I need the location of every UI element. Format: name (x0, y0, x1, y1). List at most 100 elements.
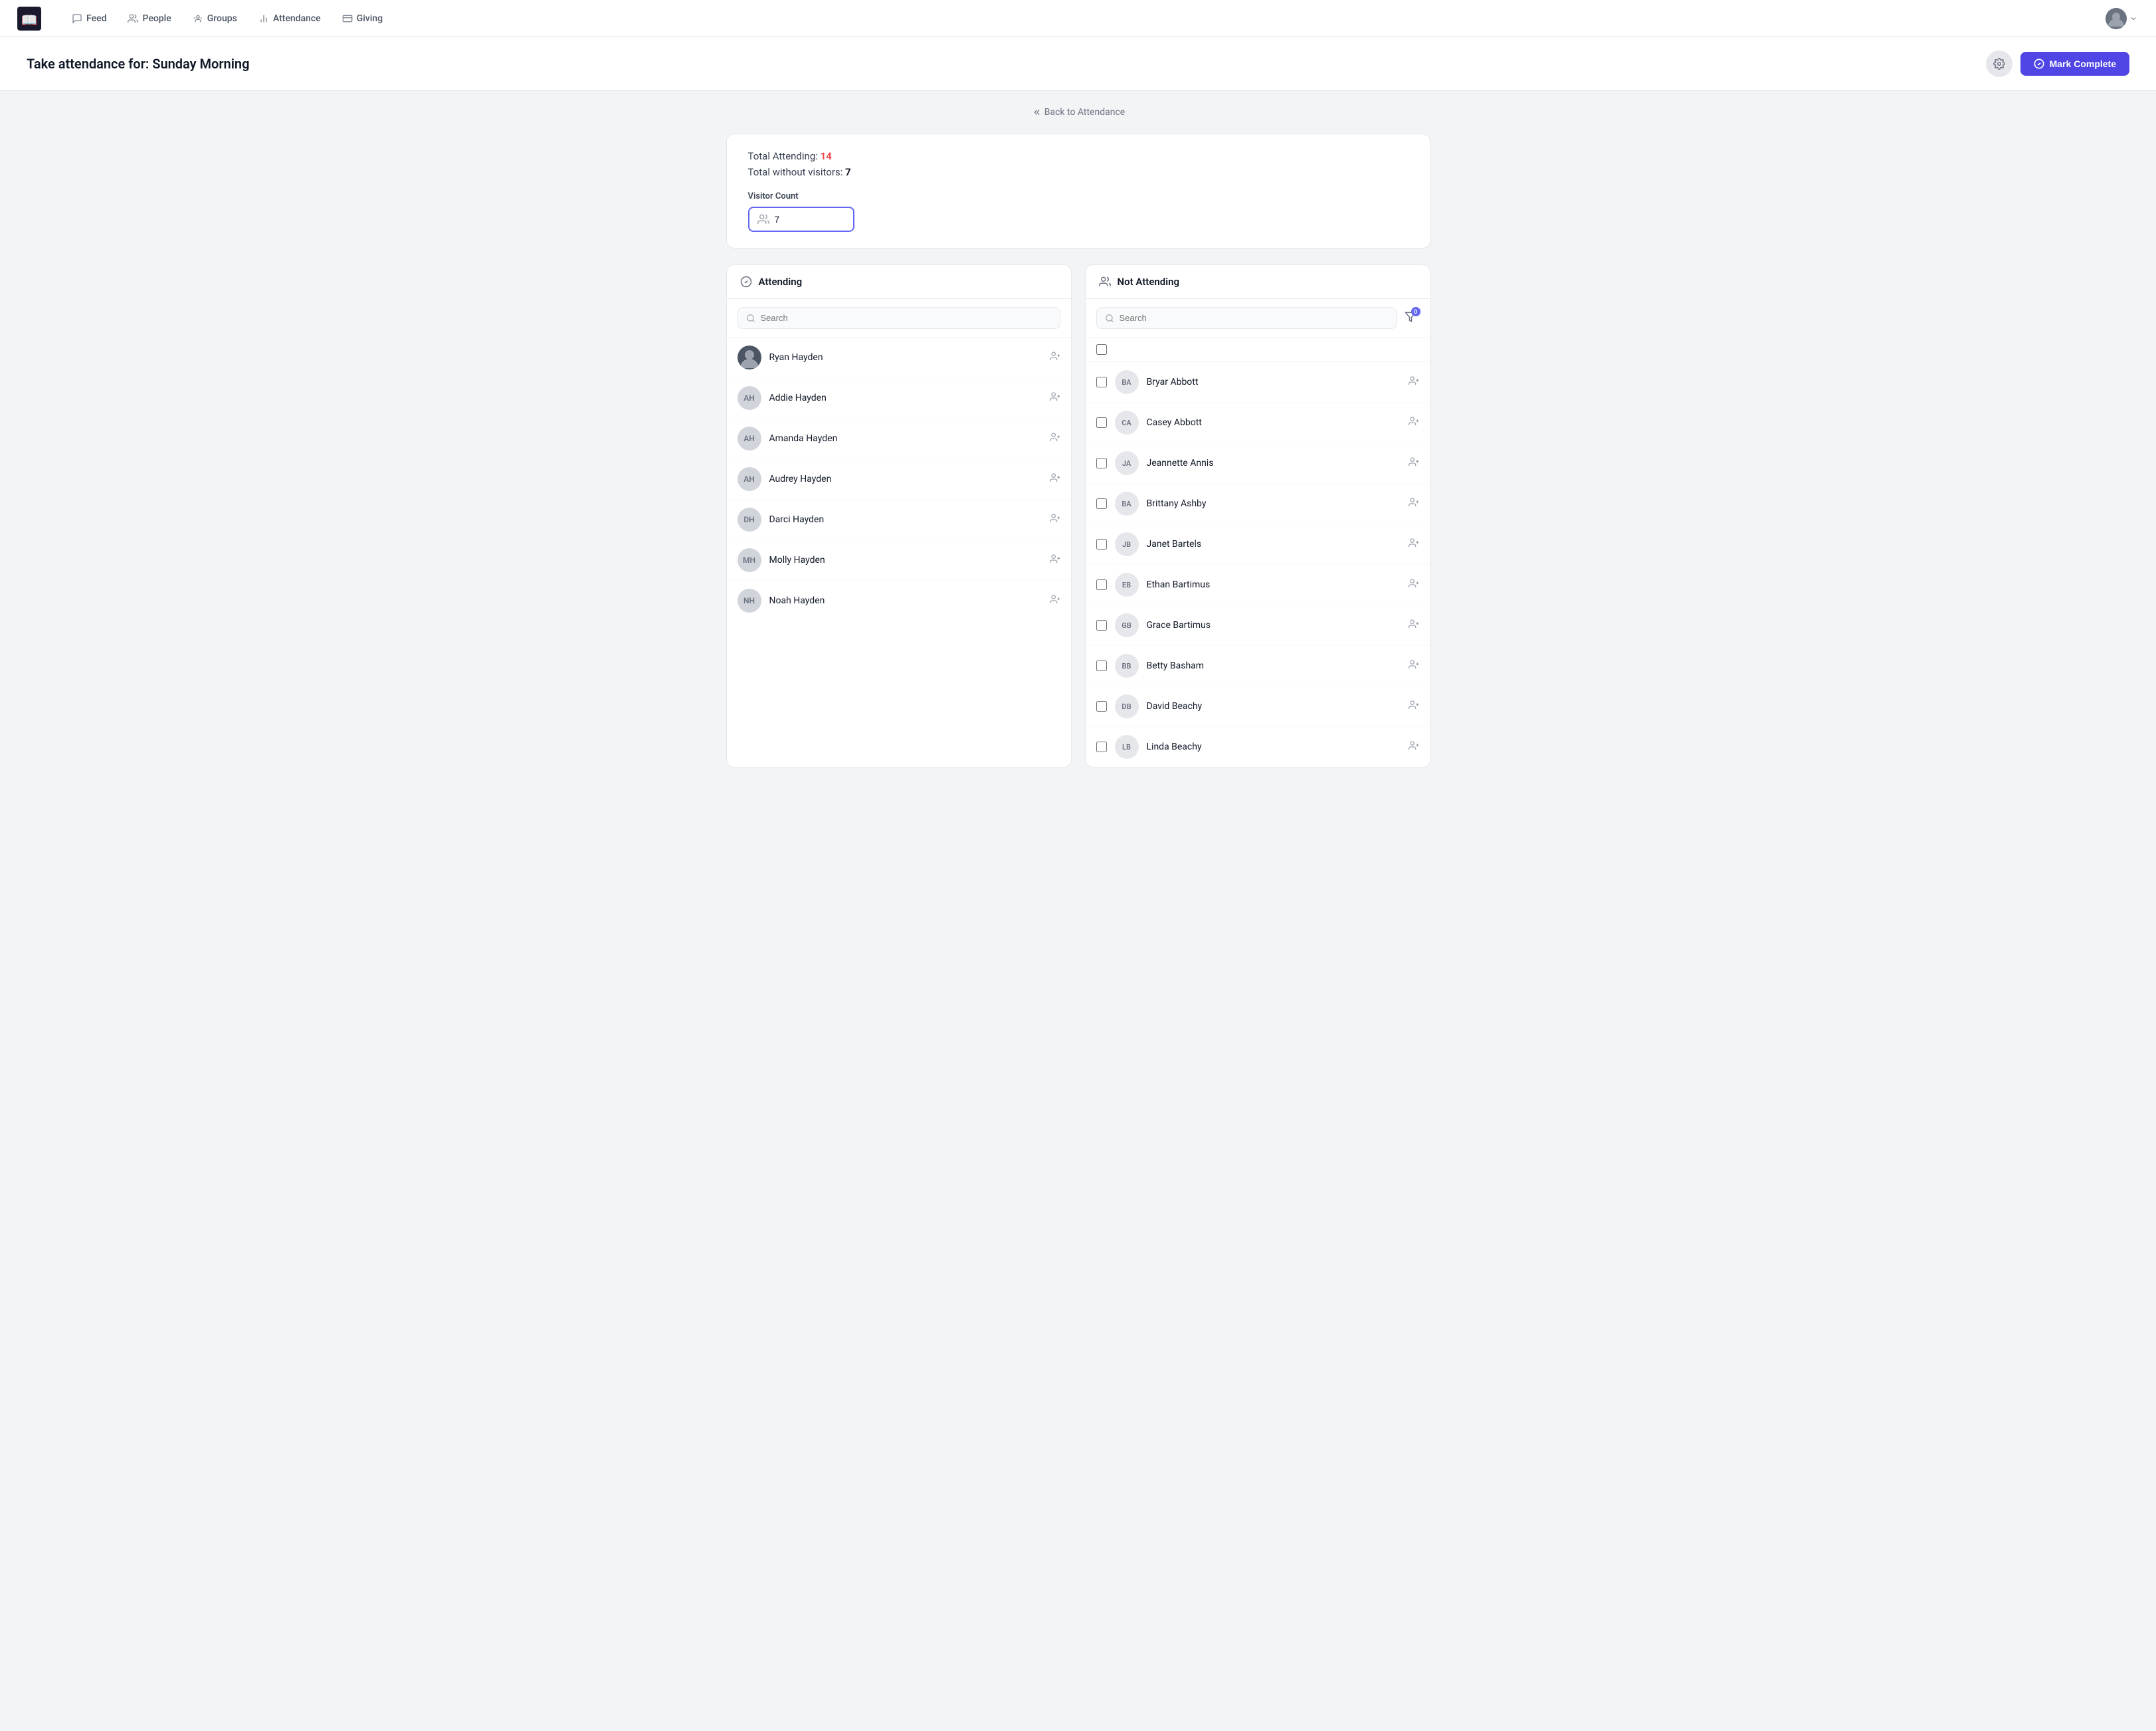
person-checkbox[interactable] (1096, 539, 1107, 550)
person-checkbox[interactable] (1096, 377, 1107, 387)
page-title: Take attendance for: Sunday Morning (27, 56, 249, 72)
attending-list: Ryan Hayden AH Addie Hayden AH Amanda Ha… (727, 338, 1071, 621)
not-attending-search-input[interactable] (1120, 313, 1388, 323)
check-circle-icon (2034, 58, 2044, 69)
add-person-button[interactable] (1050, 472, 1060, 486)
not-attending-search-bar: 0 (1086, 299, 1430, 338)
person-name: David Beachy (1147, 701, 1401, 712)
person-name: Jeannette Annis (1147, 458, 1401, 468)
person-avatar: BA (1115, 492, 1139, 516)
add-person-button[interactable] (1409, 497, 1419, 510)
back-to-attendance-link[interactable]: Back to Attendance (726, 107, 1430, 118)
add-person-button[interactable] (1050, 554, 1060, 567)
visitor-count-input[interactable] (775, 214, 828, 225)
nav-right (2103, 7, 2140, 31)
user-plus-icon (1409, 416, 1419, 427)
nav-attendance[interactable]: Attendance (250, 8, 329, 29)
attending-list-item: NH Noah Hayden (727, 581, 1071, 621)
person-avatar: GB (1115, 613, 1139, 637)
add-person-button[interactable] (1050, 513, 1060, 526)
chart-icon (258, 13, 269, 24)
attending-list-item: AH Audrey Hayden (727, 459, 1071, 500)
user-menu-button[interactable] (2103, 7, 2140, 31)
visitor-count-label: Visitor Count (748, 191, 1409, 201)
add-person-button[interactable] (1409, 538, 1419, 551)
attending-search-input[interactable] (761, 313, 1052, 323)
attendance-columns: Attending Ryan Hayden AH Addie Hayden (726, 264, 1430, 767)
chat-icon (72, 13, 82, 24)
person-checkbox[interactable] (1096, 742, 1107, 752)
nav-feed[interactable]: Feed (64, 8, 114, 29)
person-name: Grace Bartimus (1147, 620, 1401, 631)
nav-groups[interactable]: Groups (185, 8, 245, 29)
person-avatar: EB (1115, 573, 1139, 597)
not-attending-search-input-wrap[interactable] (1096, 307, 1397, 329)
person-name: Molly Hayden (769, 555, 1042, 565)
main-content: Back to Attendance Total Attending: 14 T… (713, 91, 1444, 783)
person-checkbox[interactable] (1096, 498, 1107, 509)
person-name: Linda Beachy (1147, 742, 1401, 752)
person-name: Amanda Hayden (769, 433, 1042, 444)
filter-button[interactable]: 0 (1402, 308, 1419, 328)
not-attending-panel: Not Attending 0 BA Bryar Abbott (1085, 264, 1430, 767)
visitor-count-field[interactable] (748, 207, 854, 232)
nav-people[interactable]: People (120, 8, 179, 29)
mark-complete-button[interactable]: Mark Complete (2020, 52, 2129, 76)
user-plus-icon (1409, 659, 1419, 670)
user-plus-icon (1409, 375, 1419, 386)
person-name: Bryar Abbott (1147, 377, 1401, 387)
person-name: Janet Bartels (1147, 539, 1401, 550)
user-plus-icon (1050, 554, 1060, 564)
add-person-button[interactable] (1409, 700, 1419, 713)
settings-button[interactable] (1986, 51, 2012, 77)
people-small-icon (757, 213, 769, 225)
person-checkbox[interactable] (1096, 701, 1107, 712)
attending-search-bar (727, 299, 1071, 338)
add-person-button[interactable] (1409, 416, 1419, 429)
add-person-button[interactable] (1409, 578, 1419, 591)
add-person-button[interactable] (1409, 740, 1419, 754)
person-checkbox[interactable] (1096, 620, 1107, 631)
attending-list-item: MH Molly Hayden (727, 540, 1071, 581)
page-header: Take attendance for: Sunday Morning Mark… (0, 37, 2156, 91)
person-avatar (737, 346, 761, 369)
person-checkbox[interactable] (1096, 458, 1107, 468)
user-plus-icon (1050, 351, 1060, 361)
attending-list-item: DH Darci Hayden (727, 500, 1071, 540)
not-attending-list-item: GB Grace Bartimus (1086, 605, 1430, 646)
select-all-checkbox[interactable] (1096, 344, 1107, 355)
person-name: Noah Hayden (769, 595, 1042, 606)
not-attending-list: BA Bryar Abbott CA Casey Abbott JA Jeann… (1086, 362, 1430, 767)
giving-icon (342, 13, 353, 24)
total-without-visitors-line: Total without visitors: 7 (748, 166, 1409, 178)
not-attending-list-item: CA Casey Abbott (1086, 403, 1430, 443)
add-person-button[interactable] (1409, 457, 1419, 470)
add-person-button[interactable] (1409, 375, 1419, 389)
person-checkbox[interactable] (1096, 417, 1107, 428)
add-person-button[interactable] (1050, 391, 1060, 405)
person-name: Brittany Ashby (1147, 498, 1401, 509)
logo[interactable]: 📖 (16, 5, 43, 32)
add-person-button[interactable] (1050, 351, 1060, 364)
person-checkbox[interactable] (1096, 661, 1107, 671)
add-person-button[interactable] (1409, 619, 1419, 632)
gear-icon (1993, 58, 2005, 70)
select-all-row[interactable] (1086, 338, 1430, 362)
not-attending-list-item: BB Betty Basham (1086, 646, 1430, 686)
person-avatar: MH (737, 548, 761, 572)
person-avatar: CA (1115, 411, 1139, 435)
not-attending-list-item: JA Jeannette Annis (1086, 443, 1430, 484)
person-avatar: NH (737, 589, 761, 613)
add-person-button[interactable] (1050, 594, 1060, 607)
person-name: Ryan Hayden (769, 352, 1042, 363)
person-avatar: DH (737, 508, 761, 532)
attending-search-input-wrap[interactable] (737, 307, 1060, 329)
add-person-button[interactable] (1050, 432, 1060, 445)
nav-giving[interactable]: Giving (334, 8, 391, 29)
search-icon (1105, 314, 1114, 323)
add-person-button[interactable] (1409, 659, 1419, 672)
user-plus-icon (1050, 472, 1060, 483)
person-avatar: BB (1115, 654, 1139, 678)
person-avatar: DB (1115, 694, 1139, 718)
person-checkbox[interactable] (1096, 579, 1107, 590)
